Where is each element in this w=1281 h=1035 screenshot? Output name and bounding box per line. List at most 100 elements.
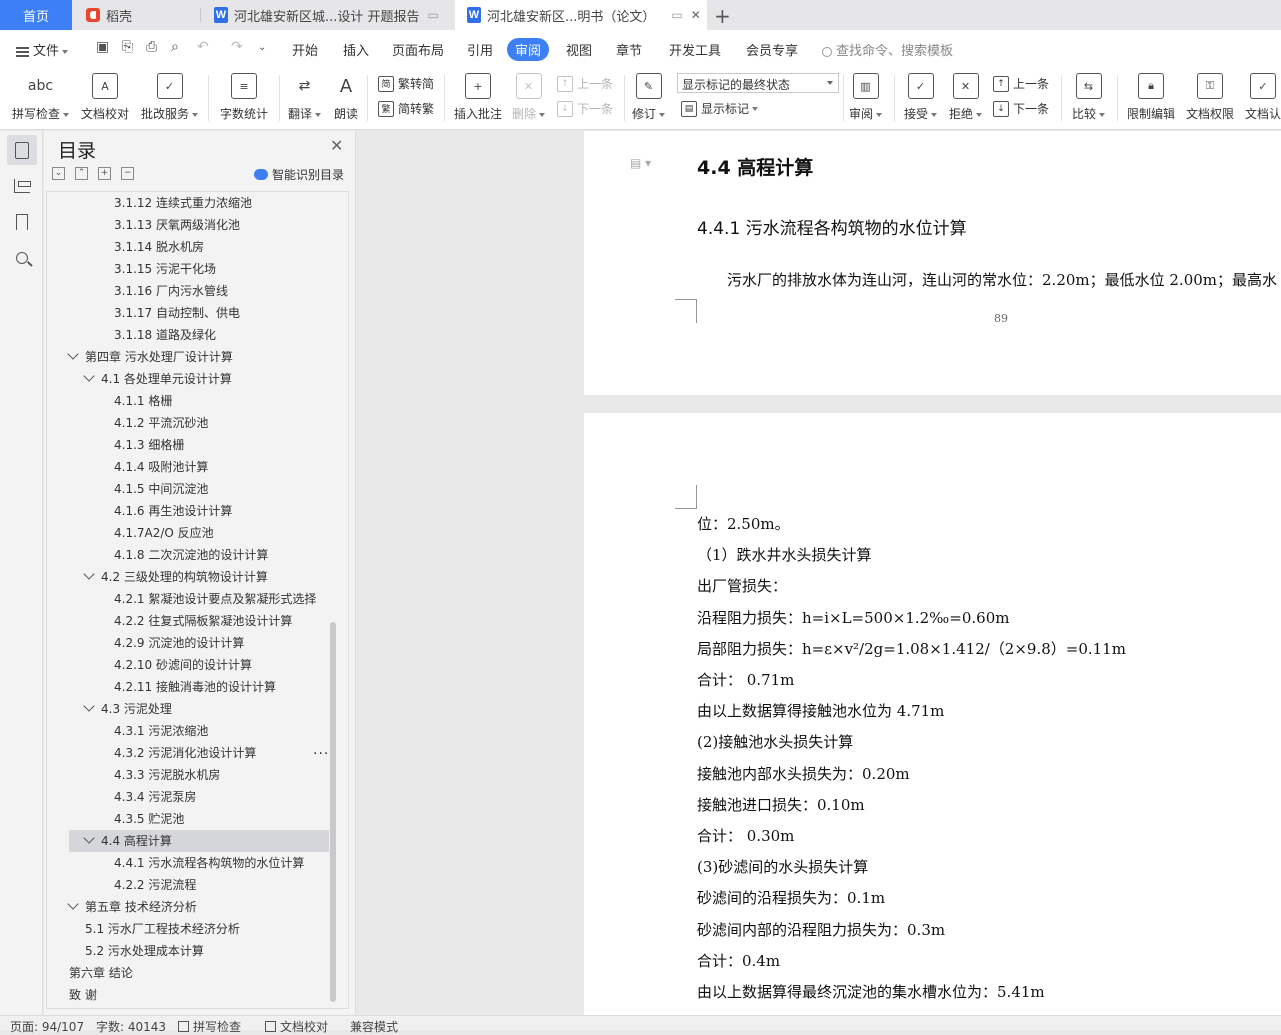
- chevron-down-icon[interactable]: [83, 700, 95, 712]
- toc-item[interactable]: 4.2.9 沉淀池的设计计算: [69, 632, 329, 654]
- prev-change-button[interactable]: ↑ 上一条: [993, 75, 1049, 92]
- markup-state-select[interactable]: 显示标记的最终状态: [677, 73, 839, 93]
- command-search-input[interactable]: 查找命令、搜索模板: [822, 40, 953, 59]
- menu-reference[interactable]: 引用: [467, 40, 493, 59]
- expand-up-icon[interactable]: ⌃: [75, 167, 88, 180]
- toc-item[interactable]: 第五章 技术经济分析: [67, 896, 329, 918]
- menu-dev-tools[interactable]: 开发工具: [669, 40, 721, 59]
- show-markup-button[interactable]: ▤ 显示标记: [681, 100, 759, 117]
- toc-item[interactable]: 5.2 污水处理成本计算: [69, 940, 329, 962]
- doc-cert-button[interactable]: ✓ 文档认: [1245, 71, 1281, 127]
- toc-item[interactable]: 第六章 结论: [69, 962, 329, 984]
- next-comment-button[interactable]: ↓ 下一条: [557, 100, 613, 117]
- menu-start[interactable]: 开始: [292, 40, 318, 59]
- spell-check-button[interactable]: abc 拼写检查: [12, 71, 70, 127]
- reject-button[interactable]: ✕ 拒绝: [949, 71, 983, 127]
- toc-item[interactable]: 4.2 三级处理的构筑物设计计算: [69, 566, 329, 588]
- toc-item[interactable]: 3.1.16 厂内污水管线: [69, 280, 329, 302]
- document-page[interactable]: ▤ ▾ 4.4 高程计算 4.4.1 污水流程各构筑物的水位计算 污水厂的排放水…: [584, 131, 1281, 395]
- toc-item[interactable]: 3.1.17 自动控制、供电: [69, 302, 329, 324]
- track-changes-button[interactable]: ✎ 修订: [632, 71, 666, 127]
- toc-item[interactable]: 4.1.4 吸附池计算: [69, 456, 329, 478]
- toc-pane-button[interactable]: [7, 135, 37, 165]
- toc-item[interactable]: 3.1.12 连续式重力浓缩池: [69, 192, 329, 214]
- toc-item[interactable]: 3.1.15 污泥干化场: [69, 258, 329, 280]
- more-options-icon[interactable]: ···: [313, 746, 329, 762]
- insert-comment-button[interactable]: + 插入批注: [454, 71, 502, 127]
- toc-item[interactable]: 4.1 各处理单元设计计算: [69, 368, 329, 390]
- print-preview-icon[interactable]: ⌕: [171, 39, 179, 55]
- toc-item[interactable]: 4.1.6 再生池设计计算: [69, 500, 329, 522]
- add-heading-icon[interactable]: +: [98, 167, 111, 180]
- toc-item[interactable]: 4.2.1 絮凝池设计要点及絮凝形式选择: [69, 588, 329, 610]
- tab-daoke[interactable]: 稻壳: [86, 0, 132, 30]
- accept-button[interactable]: ✓ 接受: [904, 71, 938, 127]
- toc-item[interactable]: 4.3 污泥处理: [69, 698, 329, 720]
- new-tab-button[interactable]: +: [714, 4, 731, 28]
- toc-item[interactable]: 4.3.2 污泥消化池设计计算: [69, 742, 329, 764]
- toc-item[interactable]: 4.2.10 砂滤间的设计计算: [69, 654, 329, 676]
- toc-item[interactable]: 4.1.7A2/O 反应池: [69, 522, 329, 544]
- toc-item[interactable]: 4.1.8 二次沉淀池的设计计算: [69, 544, 329, 566]
- review-pane-button[interactable]: ▥ 审阅: [849, 71, 883, 127]
- close-icon[interactable]: ✕: [330, 136, 343, 155]
- menu-review[interactable]: 审阅: [507, 38, 550, 61]
- toc-item[interactable]: 4.1.5 中间沉淀池: [69, 478, 329, 500]
- menu-chapter[interactable]: 章节: [616, 40, 642, 59]
- collapse-down-icon[interactable]: ⌄: [52, 167, 65, 180]
- doc-permission-button[interactable]: ⚿ 文档权限: [1186, 71, 1234, 127]
- remove-heading-icon[interactable]: −: [121, 167, 134, 180]
- chevron-down-icon[interactable]: [83, 370, 95, 382]
- chapter-nav-button[interactable]: [7, 171, 37, 201]
- toc-item[interactable]: 第四章 污水处理厂设计计算: [67, 346, 329, 368]
- word-count-indicator[interactable]: 字数: 40143: [96, 1018, 166, 1035]
- delete-comment-button[interactable]: ✕ 删除: [512, 71, 546, 127]
- toc-item[interactable]: 3.1.18 道路及绿化: [69, 324, 329, 346]
- monitor-icon[interactable]: ▭: [671, 8, 682, 22]
- toc-item[interactable]: 4.2.2 污泥流程: [69, 874, 329, 896]
- read-aloud-button[interactable]: A 朗读: [333, 71, 359, 127]
- smart-toc-button[interactable]: 智能识别目录: [254, 166, 344, 183]
- toc-item[interactable]: 3.1.13 厌氧两级消化池: [69, 214, 329, 236]
- toc-item[interactable]: 4.4.1 污水流程各构筑物的水位计算: [69, 852, 329, 874]
- export-icon[interactable]: ⎘: [122, 39, 133, 55]
- prev-comment-button[interactable]: ↑ 上一条: [557, 75, 613, 92]
- next-change-button[interactable]: ↓ 下一条: [993, 100, 1049, 117]
- quick-access-chevron-icon[interactable]: ⌄: [258, 42, 266, 53]
- menu-view[interactable]: 视图: [566, 40, 592, 59]
- monitor-icon[interactable]: ▭: [428, 8, 439, 22]
- toc-item[interactable]: 4.1.2 平流沉砂池: [69, 412, 329, 434]
- toc-item[interactable]: 4.3.4 污泥泵房: [69, 786, 329, 808]
- word-count-button[interactable]: ≡ 字数统计: [220, 71, 268, 127]
- close-tab-icon[interactable]: ✕: [691, 8, 701, 22]
- toc-item[interactable]: 4.2.11 接触消毒池的设计计算: [69, 676, 329, 698]
- document-area[interactable]: ▤ ▾ 4.4 高程计算 4.4.1 污水流程各构筑物的水位计算 污水厂的排放水…: [357, 131, 1281, 1015]
- toc-item[interactable]: 4.4 高程计算: [69, 830, 329, 852]
- toc-item[interactable]: 4.3.3 污泥脱水机房: [69, 764, 329, 786]
- file-menu[interactable]: 文件: [16, 40, 69, 59]
- toc-item[interactable]: 4.1.1 格栅: [69, 390, 329, 412]
- toc-item[interactable]: 4.1.3 细格栅: [69, 434, 329, 456]
- redo-icon[interactable]: ↷: [231, 39, 243, 55]
- annotate-service-button[interactable]: ✓ 批改服务: [141, 71, 199, 127]
- toc-item[interactable]: 3.1.14 脱水机房: [69, 236, 329, 258]
- compare-button[interactable]: ⇆ 比较: [1072, 71, 1106, 127]
- tab-doc-thesis[interactable]: W 河北雄安新区...明书（论文） ▭ ✕: [455, 0, 707, 30]
- menu-page-layout[interactable]: 页面布局: [392, 40, 444, 59]
- restrict-edit-button[interactable]: 🔒︎ 限制编辑: [1127, 71, 1175, 127]
- toc-item[interactable]: 5.1 污水厂工程技术经济分析: [69, 918, 329, 940]
- toc-scrollbar[interactable]: [330, 622, 336, 1002]
- undo-icon[interactable]: ↶: [197, 39, 209, 55]
- doc-proof-status[interactable]: 文档校对: [265, 1018, 328, 1035]
- save-icon[interactable]: ▣: [96, 39, 109, 55]
- toc-item[interactable]: 4.2.2 往复式隔板絮凝池设计计算: [69, 610, 329, 632]
- spell-check-status[interactable]: 拼写检查: [178, 1018, 241, 1035]
- menu-member[interactable]: 会员专享: [746, 40, 798, 59]
- chevron-down-icon[interactable]: [67, 898, 79, 910]
- doc-proof-button[interactable]: A 文档校对: [81, 71, 129, 127]
- find-button[interactable]: [7, 243, 37, 273]
- tab-home[interactable]: 首页: [0, 0, 72, 30]
- page-nav-icon[interactable]: ▤ ▾: [630, 156, 651, 170]
- print-icon[interactable]: ⎙: [146, 39, 157, 55]
- bookmark-button[interactable]: [7, 207, 37, 237]
